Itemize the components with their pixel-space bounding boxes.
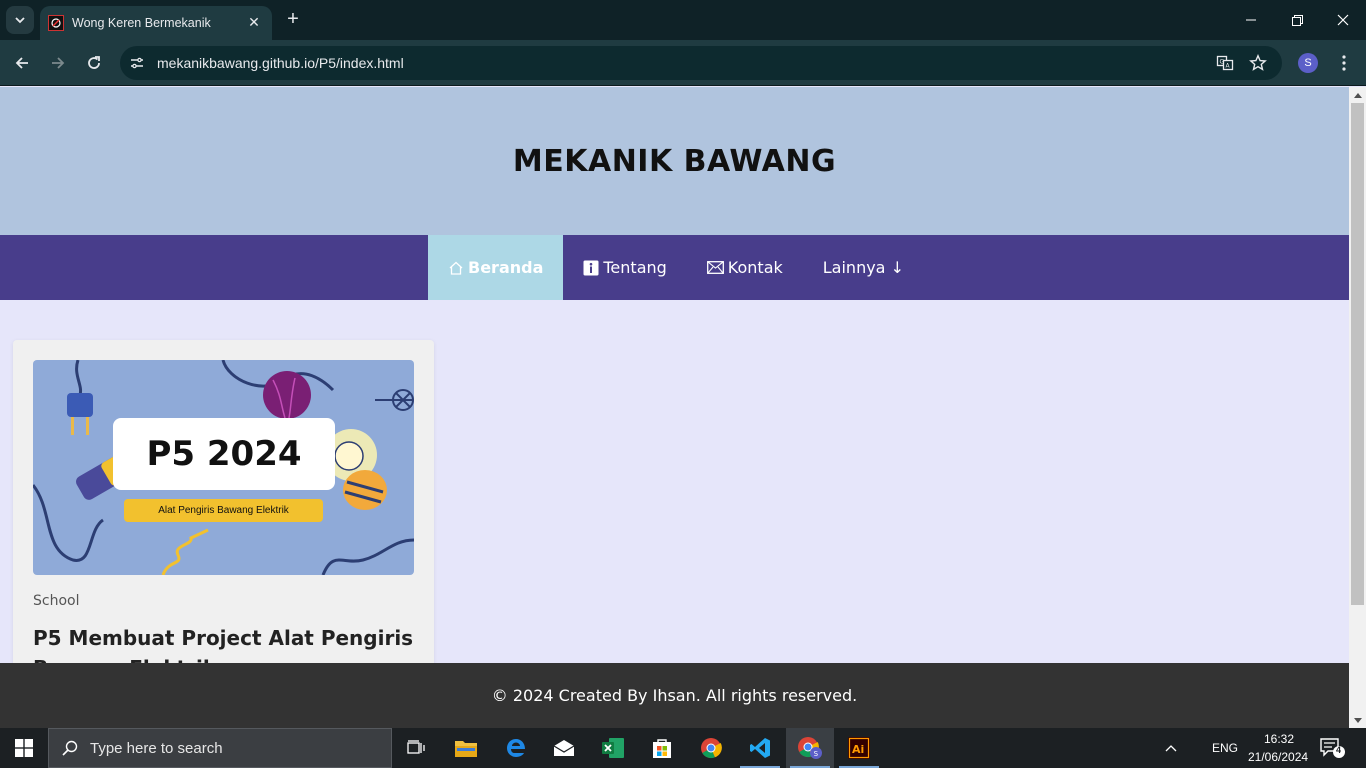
folder-icon xyxy=(455,741,477,757)
site-favicon-icon xyxy=(48,15,64,31)
input-language[interactable]: ENG xyxy=(1212,741,1238,755)
microsoft-store-button[interactable] xyxy=(638,728,686,768)
notification-count: 4 xyxy=(1336,745,1342,755)
nav-label: Kontak xyxy=(727,258,783,277)
minimize-button[interactable] xyxy=(1228,0,1274,40)
chevron-down-icon xyxy=(15,17,25,24)
nav-item-beranda[interactable]: Beranda xyxy=(428,235,564,300)
arrow-right-icon xyxy=(52,57,65,69)
notification-icon xyxy=(1320,738,1345,758)
translate-icon[interactable]: GA xyxy=(1216,54,1234,72)
illustrator-button[interactable]: Ai xyxy=(835,728,883,768)
forward-button[interactable] xyxy=(44,49,72,77)
file-explorer-button[interactable] xyxy=(442,728,490,768)
vscode-button[interactable] xyxy=(736,728,784,768)
nav-label: Lainnya ↓ xyxy=(822,258,904,277)
start-button[interactable] xyxy=(0,728,48,768)
tab-search-button[interactable] xyxy=(6,6,34,34)
browser-toolbar: mekanikbawang.github.io/P5/index.html GA… xyxy=(0,40,1366,86)
profile-avatar[interactable]: S xyxy=(1298,53,1318,73)
mail-button[interactable] xyxy=(540,728,588,768)
nav-label: Tentang xyxy=(603,258,667,277)
chrome-button[interactable] xyxy=(687,728,735,768)
close-window-button[interactable] xyxy=(1320,0,1366,40)
chevron-up-icon xyxy=(1165,745,1177,752)
new-tab-button[interactable]: + xyxy=(282,8,304,30)
windows-logo-icon xyxy=(15,739,33,757)
search-icon xyxy=(62,740,78,756)
show-hidden-icons-button[interactable] xyxy=(1147,728,1195,768)
close-icon xyxy=(1337,14,1349,26)
vscode-icon xyxy=(750,738,770,758)
mail-icon xyxy=(553,740,575,756)
windows-taskbar: Type here to search S Ai ENG 16:32 21/06… xyxy=(0,728,1366,768)
svg-text:G: G xyxy=(1220,59,1225,66)
task-view-button[interactable] xyxy=(392,728,440,768)
page-viewport: MEKANIK BAWANG Beranda Tentang Kontak La… xyxy=(0,87,1349,728)
nav-item-lainnya[interactable]: Lainnya ↓ xyxy=(803,235,924,300)
bookmark-star-icon[interactable] xyxy=(1249,54,1267,72)
excel-icon xyxy=(602,738,624,758)
site-settings-icon[interactable] xyxy=(128,54,146,72)
back-button[interactable] xyxy=(8,49,36,77)
action-center-button[interactable]: 4 xyxy=(1310,728,1354,768)
post-thumbnail[interactable]: P5 2024 Alat Pengiris Bawang Elektrik xyxy=(33,360,414,575)
nav-label: Beranda xyxy=(468,258,544,277)
tab-title: Wong Keren Bermekanik xyxy=(72,16,211,30)
site-title: MEKANIK BAWANG xyxy=(512,143,837,179)
scrollbar-thumb[interactable] xyxy=(1351,103,1364,605)
home-icon xyxy=(448,260,464,276)
illustrator-icon: Ai xyxy=(848,737,870,759)
scroll-down-arrow-icon[interactable] xyxy=(1349,712,1366,728)
post-card[interactable]: P5 2024 Alat Pengiris Bawang Elektrik Sc… xyxy=(13,340,434,680)
nav-item-kontak[interactable]: Kontak xyxy=(687,235,803,300)
restore-button[interactable] xyxy=(1274,0,1320,40)
arrow-left-icon xyxy=(15,57,28,69)
envelope-icon xyxy=(706,261,724,274)
clock-date[interactable]: 21/06/2024 xyxy=(1248,750,1308,764)
reload-button[interactable] xyxy=(80,49,108,77)
site-header: MEKANIK BAWANG xyxy=(0,87,1349,235)
url-text: mekanikbawang.github.io/P5/index.html xyxy=(157,55,404,71)
store-icon xyxy=(653,739,671,758)
task-view-icon xyxy=(407,740,425,754)
post-category[interactable]: School xyxy=(33,593,414,609)
chrome-profile-button[interactable]: S xyxy=(786,728,834,768)
thumbnail-subtitle: Alat Pengiris Bawang Elektrik xyxy=(124,499,323,522)
site-footer: © 2024 Created By Ihsan. All rights rese… xyxy=(0,663,1349,728)
taskbar-search-box[interactable]: Type here to search xyxy=(48,728,392,768)
page-scrollbar[interactable] xyxy=(1349,87,1366,728)
main-content: P5 2024 Alat Pengiris Bawang Elektrik Sc… xyxy=(0,300,1349,680)
close-tab-icon[interactable]: ✕ xyxy=(246,15,262,31)
restore-icon xyxy=(1291,14,1303,26)
address-bar[interactable]: mekanikbawang.github.io/P5/index.html GA xyxy=(120,46,1282,80)
minimize-icon xyxy=(1246,19,1256,21)
browser-tab-strip: Wong Keren Bermekanik ✕ + xyxy=(0,0,1366,40)
excel-button[interactable] xyxy=(589,728,637,768)
thumbnail-panel: P5 2024 xyxy=(113,418,335,490)
chrome-icon xyxy=(701,738,722,759)
reload-icon xyxy=(88,56,100,69)
search-placeholder: Type here to search xyxy=(90,739,223,757)
scroll-up-arrow-icon[interactable] xyxy=(1349,87,1366,103)
edge-icon xyxy=(507,739,525,757)
svg-text:Ai: Ai xyxy=(852,743,864,756)
chrome-profile-icon: S xyxy=(798,737,822,759)
browser-tab[interactable]: Wong Keren Bermekanik ✕ xyxy=(40,6,272,40)
browser-menu-icon[interactable] xyxy=(1334,53,1354,73)
thumbnail-title: P5 2024 xyxy=(146,434,302,474)
main-nav: Beranda Tentang Kontak Lainnya ↓ xyxy=(0,235,1349,300)
edge-button[interactable] xyxy=(492,728,540,768)
footer-text: © 2024 Created By Ihsan. All rights rese… xyxy=(491,686,858,705)
svg-text:S: S xyxy=(814,750,819,758)
info-icon xyxy=(583,260,599,276)
nav-item-tentang[interactable]: Tentang xyxy=(563,235,686,300)
clock-time[interactable]: 16:32 xyxy=(1264,732,1294,746)
